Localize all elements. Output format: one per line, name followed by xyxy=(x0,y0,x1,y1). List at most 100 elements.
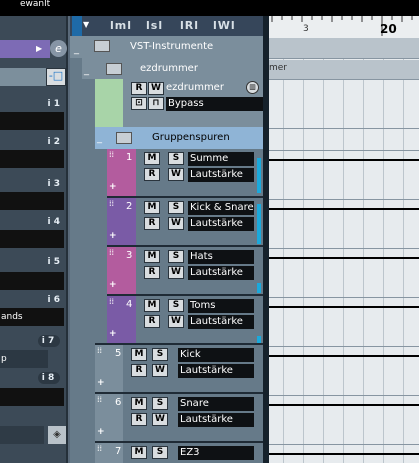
track-number: 4 xyxy=(126,299,133,310)
inspector-field-8[interactable] xyxy=(0,388,64,406)
global-read-button[interactable]: lRl xyxy=(180,19,199,32)
level-meter xyxy=(257,336,261,343)
expand-automation-icon[interactable]: + xyxy=(97,427,105,437)
level-meter xyxy=(257,158,261,193)
solo-button[interactable]: S xyxy=(168,299,184,312)
instrument-edit-icon[interactable]: ▥ xyxy=(246,81,259,94)
collapse-icon[interactable]: _ xyxy=(97,133,102,144)
diamond-icon[interactable]: ◈ xyxy=(48,426,66,444)
automation-param-field[interactable]: Lautstärke xyxy=(178,413,254,427)
solo-button[interactable]: S xyxy=(152,446,168,459)
global-solo-button[interactable]: lsl xyxy=(146,19,163,32)
inspector-track-header[interactable] xyxy=(0,40,50,58)
write-button[interactable]: W xyxy=(152,413,168,426)
solo-button[interactable]: S xyxy=(168,201,184,214)
triangle-right-icon[interactable]: ▶ xyxy=(36,44,42,53)
inspector-field-5[interactable] xyxy=(0,272,64,290)
track-name-field[interactable]: Kick & Snare xyxy=(188,201,254,215)
freeze-icon[interactable]: ⊓ xyxy=(148,97,164,110)
track-handle-icon: ⁞⁞ xyxy=(109,199,115,208)
automation-param-field[interactable]: Lautstärke xyxy=(188,217,254,231)
global-mute-button[interactable]: lml xyxy=(110,19,132,32)
collapse-icon[interactable]: _ xyxy=(74,44,79,55)
read-button[interactable]: R xyxy=(144,315,160,328)
bypass-field[interactable]: Bypass xyxy=(166,97,263,111)
write-button[interactable]: W xyxy=(168,217,184,230)
automation-param-field[interactable]: Lautstärke xyxy=(178,364,254,378)
inspector-field-9[interactable] xyxy=(0,426,44,444)
solo-button[interactable]: S xyxy=(152,397,168,410)
track-handle-icon: ⁞⁞ xyxy=(109,150,115,159)
vst-folder-label: VST-Instrumente xyxy=(130,41,214,52)
inspector-field-2[interactable] xyxy=(0,150,64,168)
track-name-field[interactable]: Hats xyxy=(188,250,254,264)
mute-button[interactable]: M xyxy=(131,397,147,410)
read-button[interactable]: R xyxy=(131,413,147,426)
expand-automation-icon[interactable]: + xyxy=(109,182,117,192)
read-button[interactable]: R xyxy=(144,217,160,230)
arrange-window[interactable]: mer xyxy=(269,38,419,463)
track-handle-icon: ⁞⁞ xyxy=(97,395,103,404)
inspector-field[interactable] xyxy=(0,68,46,86)
arrange-grid xyxy=(269,38,419,463)
read-button[interactable]: R xyxy=(144,168,160,181)
track-number: 7 xyxy=(115,446,122,457)
track-name-field[interactable]: Kick xyxy=(178,348,254,362)
expand-automation-icon[interactable]: + xyxy=(109,280,117,290)
write-button[interactable]: W xyxy=(168,168,184,181)
write-button[interactable]: W xyxy=(168,266,184,279)
ezdrummer-track-name: ezdrummer xyxy=(166,82,224,93)
folder-icon xyxy=(116,132,132,144)
expand-automation-icon[interactable]: + xyxy=(109,231,117,241)
track-name-field[interactable]: Snare xyxy=(178,397,254,411)
inspector-field-4[interactable] xyxy=(0,230,64,248)
inspector-index-4: i 4 xyxy=(47,217,60,227)
read-button[interactable]: R xyxy=(144,266,160,279)
level-meter xyxy=(257,283,261,293)
inspector-index-7: i 7 xyxy=(38,335,60,347)
inspector-field-6[interactable]: ands xyxy=(0,308,64,326)
track-color-icon[interactable] xyxy=(72,16,82,36)
track-name-field[interactable]: Toms xyxy=(188,299,254,313)
track-name-field[interactable]: Summe xyxy=(188,152,254,166)
track-name-field[interactable]: EZ3 xyxy=(178,446,254,460)
solo-button[interactable]: S xyxy=(168,250,184,263)
mute-button[interactable]: M xyxy=(144,299,160,312)
global-write-button[interactable]: lWl xyxy=(213,19,236,32)
mute-button[interactable]: M xyxy=(144,201,160,214)
mute-button[interactable]: M xyxy=(131,348,147,361)
edit-e-icon[interactable]: e xyxy=(50,40,67,57)
inspector-field-3[interactable] xyxy=(0,192,64,210)
folder-icon xyxy=(106,63,122,75)
read-button[interactable]: R xyxy=(131,82,147,95)
solo-button[interactable]: S xyxy=(152,348,168,361)
folder-part[interactable]: mer xyxy=(269,60,419,79)
expand-automation-icon[interactable]: + xyxy=(109,329,117,339)
automation-param-field[interactable]: Lautstärke xyxy=(188,168,254,182)
expand-automation-icon[interactable]: + xyxy=(97,378,105,388)
track-list: _ VST-Instrumente _ ezdrummer R W ezdrum… xyxy=(70,36,263,463)
mute-button[interactable]: M xyxy=(144,152,160,165)
automation-param-field[interactable]: Lautstärke xyxy=(188,315,254,329)
inspector-field-7[interactable]: p xyxy=(0,350,48,368)
timeline-ruler[interactable]: 3 20 xyxy=(269,16,419,38)
write-button[interactable]: W xyxy=(152,364,168,377)
track-number: 1 xyxy=(126,152,133,163)
ezdrummer-folder-label: ezdrummer xyxy=(140,63,198,74)
monitor-icon[interactable]: -□ xyxy=(46,68,66,86)
solo-button[interactable]: S xyxy=(168,152,184,165)
read-button[interactable]: R xyxy=(131,364,147,377)
write-button[interactable]: W xyxy=(168,315,184,328)
dropdown-arrow-icon[interactable]: ▼ xyxy=(83,20,89,29)
inspector-field-1[interactable] xyxy=(0,112,64,130)
bypass-inserts-icon[interactable]: ⊡ xyxy=(131,97,147,110)
write-button[interactable]: W xyxy=(148,82,164,95)
level-meter xyxy=(257,204,261,244)
mute-button[interactable]: M xyxy=(131,446,147,459)
track-number: 5 xyxy=(115,348,122,359)
track-handle-icon: ⁞⁞ xyxy=(109,297,115,306)
folder-part[interactable] xyxy=(269,38,419,58)
collapse-icon[interactable]: _ xyxy=(84,65,89,76)
mute-button[interactable]: M xyxy=(144,250,160,263)
automation-param-field[interactable]: Lautstärke xyxy=(188,266,254,280)
